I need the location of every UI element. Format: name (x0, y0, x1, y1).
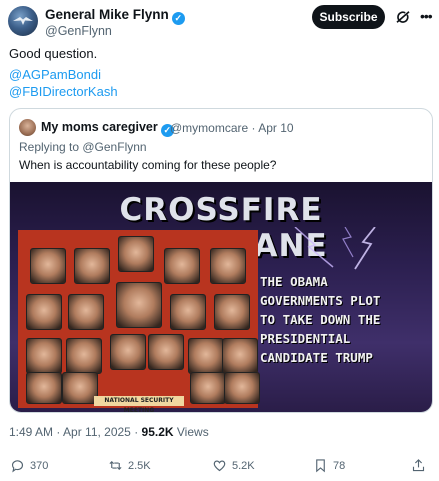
views-count: 95.2K (141, 425, 174, 439)
share-icon (412, 459, 425, 472)
subscribe-button[interactable]: Subscribe (312, 5, 385, 29)
mention-link-1[interactable]: @AGPamBondi (9, 67, 101, 82)
photo-collage: NATIONAL SECURITY MEETING (18, 230, 260, 412)
more-icon[interactable]: ••• (420, 8, 433, 24)
mention-link-2[interactable]: @FBIDirectorKash (9, 84, 118, 99)
share-button[interactable] (411, 458, 426, 473)
quoted-tweet[interactable]: My moms caregiver ✓ @mymomcare · Apr 10 R… (9, 108, 433, 413)
repost-button[interactable]: 2.5K (108, 458, 151, 473)
author-name[interactable]: General Mike Flynn ✓ (45, 7, 185, 25)
bookmark-icon (316, 459, 325, 473)
collage-caption: NATIONAL SECURITY MEETING (94, 396, 184, 412)
reply-icon (11, 460, 23, 473)
bookmark-button[interactable]: 78 (313, 458, 345, 473)
tweet-text: Good question. (9, 46, 98, 61)
lightning-icon (294, 227, 376, 270)
quote-avatar[interactable] (19, 119, 36, 136)
grok-icon[interactable] (394, 8, 412, 26)
quote-author-name[interactable]: My moms caregiver ✓ (41, 120, 174, 137)
image-subtitle: THE OBAMA GOVERNMENTS PLOT TO TAKE DOWN … (260, 274, 381, 365)
repost-count: 2.5K (128, 459, 151, 472)
verified-badge-icon: ✓ (171, 12, 185, 25)
author-avatar[interactable] (8, 6, 38, 36)
repost-icon (109, 460, 122, 471)
quote-text: When is accountability coming for these … (19, 158, 277, 172)
heart-icon (213, 460, 226, 472)
like-count: 5.2K (232, 459, 255, 472)
bookmark-count: 78 (333, 459, 346, 472)
quote-handle-time: @mymomcare · Apr 10 (170, 121, 294, 135)
like-button[interactable]: 5.2K (212, 458, 255, 473)
author-handle[interactable]: @GenFlynn (45, 24, 112, 38)
reply-count: 370 (30, 459, 49, 472)
replying-to: Replying to @GenFlynn (19, 140, 147, 154)
quote-image[interactable]: CROSSFIRE HURRICANE (10, 182, 432, 412)
action-bar: 370 2.5K 5.2K 78 (0, 458, 439, 476)
post-timestamp[interactable]: 1:49 AM · Apr 11, 2025 · 95.2K Views (9, 425, 209, 439)
reply-button[interactable]: 370 (10, 458, 48, 473)
